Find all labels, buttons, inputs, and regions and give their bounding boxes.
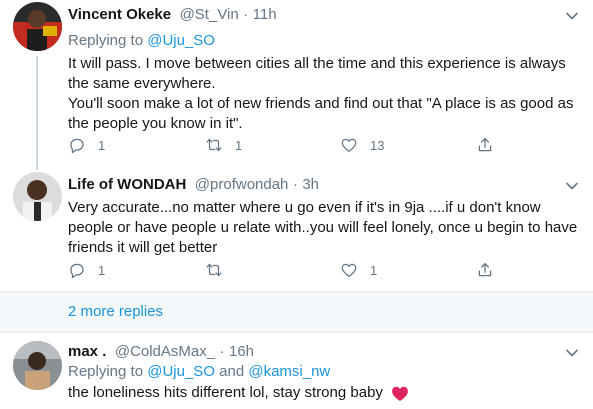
tweet-vincent[interactable]: Vincent Okeke @St_Vin · 11h Replying to … <box>0 0 593 170</box>
retweet-button[interactable]: 1 <box>205 135 242 155</box>
like-icon <box>341 263 357 278</box>
timestamp[interactable]: 11h <box>253 6 277 23</box>
replying-to: Replying to @Uju_SO <box>68 32 215 49</box>
chevron-down-icon[interactable] <box>562 343 582 363</box>
tweet-header: Life of WONDAH @profwondah · 3h <box>68 176 319 194</box>
tweet-header: Vincent Okeke @St_Vin · 11h <box>68 6 277 24</box>
reply-count: 1 <box>98 137 106 153</box>
thread-line <box>36 56 38 170</box>
like-button[interactable]: 13 <box>340 135 384 155</box>
replying-to: Replying to @Uju_SO and @kamsi_nw <box>68 363 330 380</box>
share-button[interactable] <box>476 135 494 155</box>
tweet-paragraph: Very accurate...no matter where u go eve… <box>68 199 578 256</box>
tweet-text: It will pass. I move between cities all … <box>68 54 588 134</box>
separator-dot: · <box>243 6 249 23</box>
user-handle[interactable]: @St_Vin <box>180 6 239 23</box>
like-icon <box>341 138 357 153</box>
tweet-paragraph-text: the loneliness hits different lol, stay … <box>68 384 383 401</box>
tweet-header: max . @ColdAsMax_ · 16h <box>68 343 254 361</box>
avatar[interactable] <box>13 341 62 390</box>
tweet-paragraph: You'll soon make a lot of new friends an… <box>68 95 574 132</box>
like-count: 1 <box>370 262 378 278</box>
more-replies-button[interactable]: 2 more replies <box>0 292 593 332</box>
separator-dot: · <box>292 176 298 193</box>
separator-dot: · <box>219 343 225 360</box>
red-heart-emoji <box>392 386 408 401</box>
timestamp[interactable]: 16h <box>229 343 254 360</box>
display-name[interactable]: Life of WONDAH <box>68 176 186 193</box>
tweet-text: the loneliness hits different lol, stay … <box>68 383 588 403</box>
tweet-life-of-wondah[interactable]: Life of WONDAH @profwondah · 3h Very acc… <box>0 170 593 292</box>
avatar[interactable] <box>13 172 62 221</box>
mention-link[interactable]: @Uju_SO <box>147 32 215 49</box>
retweet-count: 1 <box>235 137 243 153</box>
tweet-paragraph: the loneliness hits different lol, stay … <box>68 383 588 403</box>
reply-button[interactable]: 1 <box>68 260 105 280</box>
user-handle[interactable]: @profwondah <box>195 176 289 193</box>
retweet-icon <box>206 263 222 277</box>
tweet-max[interactable]: max . @ColdAsMax_ · 16h Replying to @Uju… <box>0 333 593 409</box>
tweet-text: Very accurate...no matter where u go eve… <box>68 198 580 258</box>
share-icon <box>478 137 492 152</box>
share-icon <box>478 262 492 277</box>
like-button[interactable]: 1 <box>340 260 377 280</box>
replying-to-label: Replying to <box>68 32 144 49</box>
reply-icon <box>70 263 84 279</box>
reply-count: 1 <box>98 262 106 278</box>
chevron-down-icon[interactable] <box>562 6 582 26</box>
avatar[interactable] <box>13 2 62 51</box>
share-button[interactable] <box>476 260 494 280</box>
user-handle[interactable]: @ColdAsMax_ <box>115 343 215 360</box>
reply-icon <box>70 138 84 154</box>
tweet-paragraph: It will pass. I move between cities all … <box>68 55 566 92</box>
display-name[interactable]: Vincent Okeke <box>68 6 171 23</box>
tweet-actions: 1 1 <box>68 260 508 280</box>
display-name[interactable]: max . <box>68 343 106 360</box>
reply-button[interactable]: 1 <box>68 135 105 155</box>
timestamp[interactable]: 3h <box>302 176 319 193</box>
mention-link[interactable]: @kamsi_nw <box>248 363 330 380</box>
retweet-button[interactable] <box>205 260 223 280</box>
chevron-down-icon[interactable] <box>562 176 582 196</box>
retweet-icon <box>206 138 222 152</box>
tweet-actions: 1 1 13 <box>68 135 508 155</box>
mention-link[interactable]: @Uju_SO <box>147 363 215 380</box>
like-count: 13 <box>370 137 385 153</box>
more-replies-label: 2 more replies <box>68 303 164 320</box>
mention-joiner: and <box>219 363 245 380</box>
replying-to-label: Replying to <box>68 363 144 380</box>
